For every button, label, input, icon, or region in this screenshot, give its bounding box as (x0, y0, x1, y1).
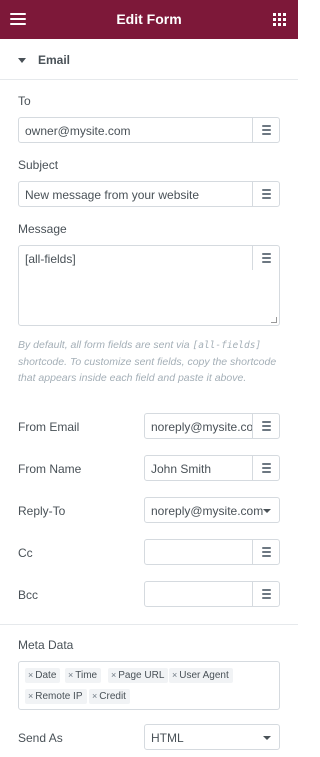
send-as-value: HTML (151, 731, 184, 745)
meta-tag: × User Agent (169, 668, 233, 683)
dynamic-tags-button[interactable] (252, 414, 279, 438)
meta-data-multiselect[interactable]: × Date × Time × Page URL × User Agent × Remot… (18, 661, 280, 710)
remove-tag-icon[interactable]: × (68, 670, 73, 680)
page-title: Edit Form (116, 11, 182, 27)
database-icon (262, 589, 271, 599)
from-name-field[interactable]: John Smith (144, 455, 280, 481)
dynamic-tags-button[interactable] (252, 540, 279, 564)
dynamic-tags-button[interactable] (252, 456, 279, 480)
database-icon (262, 125, 271, 135)
subject-value: New message from your website (25, 188, 200, 202)
from-name-value: John Smith (151, 462, 212, 476)
dynamic-tags-button[interactable] (252, 182, 279, 206)
from-name-label: From Name (18, 462, 82, 476)
resize-handle-icon[interactable] (271, 317, 277, 323)
remove-tag-icon[interactable]: × (111, 670, 116, 680)
dynamic-tags-button[interactable] (252, 118, 279, 142)
subject-label: Subject (18, 158, 59, 172)
send-as-label: Send As (18, 731, 63, 745)
from-email-label: From Email (18, 420, 80, 434)
divider (0, 624, 298, 625)
from-email-field[interactable]: noreply@mysite.com (144, 413, 280, 439)
dynamic-tags-button[interactable] (252, 582, 279, 606)
remove-tag-icon[interactable]: × (28, 691, 33, 701)
meta-tag: × Credit (89, 689, 130, 704)
cc-field[interactable] (144, 539, 280, 565)
message-value: [all-fields] (25, 252, 76, 266)
remove-tag-icon[interactable]: × (92, 691, 97, 701)
to-value: owner@mysite.com (25, 124, 131, 138)
subject-field[interactable]: New message from your website (18, 181, 280, 207)
chevron-down-icon (263, 509, 271, 513)
bcc-label: Bcc (18, 588, 39, 602)
database-icon (262, 421, 271, 431)
meta-tag: × Time (65, 668, 102, 683)
remove-tag-icon[interactable]: × (28, 670, 33, 680)
database-icon (262, 253, 271, 263)
message-label: Message (18, 222, 67, 236)
database-icon (262, 463, 271, 473)
message-description: By default, all form fields are sent via… (18, 339, 277, 384)
meta-tag: × Date (25, 668, 61, 683)
top-bar: Edit Form (0, 0, 298, 39)
caret-down-icon (18, 58, 26, 63)
reply-to-value: noreply@mysite.com (151, 504, 263, 518)
grid-icon[interactable] (273, 13, 286, 26)
send-as-select[interactable]: HTML (144, 724, 280, 750)
meta-data-label: Meta Data (18, 638, 74, 652)
meta-tag: × Page URL (108, 668, 169, 683)
meta-tag: × Remote IP (25, 689, 87, 704)
dynamic-tags-button[interactable] (252, 246, 279, 270)
remove-tag-icon[interactable]: × (172, 670, 177, 680)
message-textarea[interactable]: [all-fields] (18, 245, 280, 326)
database-icon (262, 189, 271, 199)
from-email-value: noreply@mysite.com (151, 420, 253, 434)
section-title: Email (38, 53, 71, 67)
reply-to-select[interactable]: noreply@mysite.com (144, 497, 280, 523)
to-label: To (18, 94, 31, 108)
shortcode: [all-fields] (192, 340, 262, 351)
database-icon (262, 547, 271, 557)
bcc-field[interactable] (144, 581, 280, 607)
section-header-email[interactable]: Email (0, 40, 298, 80)
reply-to-label: Reply-To (18, 504, 66, 518)
cc-label: Cc (18, 546, 33, 560)
to-field[interactable]: owner@mysite.com (18, 117, 280, 143)
chevron-down-icon (263, 736, 271, 740)
